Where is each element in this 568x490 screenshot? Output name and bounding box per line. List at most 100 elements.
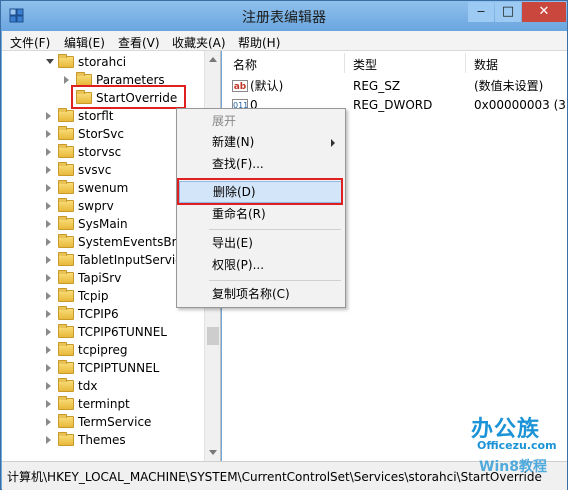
- menu-item-permissions[interactable]: 权限(P)...: [179, 254, 343, 276]
- tree-item-label: swenum: [78, 181, 129, 195]
- tree-item-label: StorSvc: [78, 127, 124, 141]
- highlight-box-startoverride: [71, 85, 186, 109]
- scroll-up-icon[interactable]: [209, 57, 217, 62]
- scroll-down-icon[interactable]: [209, 450, 217, 455]
- menu-separator: [209, 280, 341, 281]
- expand-arrow-icon[interactable]: [46, 238, 51, 246]
- menu-separator: [209, 229, 341, 230]
- expand-arrow-icon[interactable]: [46, 310, 51, 318]
- menu-item-new[interactable]: 新建(N): [179, 131, 343, 153]
- maximize-button[interactable]: □: [495, 2, 521, 22]
- menu-bar: 文件(F) 编辑(E) 查看(V) 收藏夹(A) 帮助(H): [2, 31, 567, 51]
- column-header-data[interactable]: 数据: [474, 56, 498, 73]
- watermark-caption: Win8教程: [479, 459, 547, 475]
- value-name: (默认): [250, 79, 284, 93]
- tree-item-label: TCPIP6: [78, 307, 119, 321]
- expand-arrow-icon[interactable]: [46, 148, 51, 156]
- status-path: 计算机\HKEY_LOCAL_MACHINE\SYSTEM\CurrentCon…: [7, 470, 542, 484]
- expand-arrow-icon[interactable]: [46, 166, 51, 174]
- menu-file[interactable]: 文件(F): [10, 34, 50, 51]
- folder-icon: [58, 414, 74, 428]
- value-data: (数值未设置): [474, 79, 544, 93]
- folder-icon: [58, 306, 74, 320]
- folder-icon: [58, 270, 74, 284]
- expand-arrow-icon[interactable]: [46, 400, 51, 408]
- watermark-url: Officezu.com: [477, 439, 557, 452]
- folder-icon: [58, 378, 74, 392]
- scrollbar-thumb[interactable]: [207, 327, 219, 345]
- collapse-arrow-icon[interactable]: [46, 59, 54, 64]
- tree-item-label: SysMain: [78, 217, 128, 231]
- menu-item-label: 新建(N): [212, 135, 255, 149]
- expand-arrow-icon[interactable]: [46, 202, 51, 210]
- highlight-box-delete: [177, 178, 343, 205]
- title-bar[interactable]: 注册表编辑器 ‒ □ ✕: [1, 1, 567, 31]
- folder-icon: [58, 288, 74, 302]
- value-type: REG_DWORD: [353, 98, 433, 112]
- tree-item-label: storflt: [78, 109, 114, 123]
- tree-item-label: svsvc: [78, 163, 112, 177]
- menu-item-copy-key-name[interactable]: 复制项名称(C): [179, 283, 343, 305]
- expand-arrow-icon[interactable]: [64, 76, 69, 84]
- menu-favorites[interactable]: 收藏夹(A): [172, 34, 226, 51]
- value-data: 0x00000003 (3): [474, 98, 567, 112]
- string-value-icon: ab: [232, 80, 248, 92]
- close-button[interactable]: ✕: [522, 2, 566, 22]
- tree-item-label: SystemEventsBro: [78, 235, 184, 249]
- menu-view[interactable]: 查看(V): [118, 34, 160, 51]
- folder-icon: [58, 342, 74, 356]
- expand-arrow-icon[interactable]: [46, 418, 51, 426]
- folder-icon: [58, 126, 74, 140]
- tree-item-label: TermService: [78, 415, 152, 429]
- expand-arrow-icon[interactable]: [46, 328, 51, 336]
- column-header-type[interactable]: 类型: [353, 56, 377, 73]
- column-separator[interactable]: [465, 53, 466, 73]
- expand-arrow-icon[interactable]: [46, 274, 51, 282]
- tree-item-label: storahci: [78, 55, 127, 69]
- column-separator[interactable]: [344, 53, 345, 73]
- folder-icon: [58, 234, 74, 248]
- tree-item-label: Tcpip: [78, 289, 109, 303]
- folder-icon: [58, 162, 74, 176]
- tree-item-label: terminpt: [78, 397, 130, 411]
- expand-arrow-icon[interactable]: [46, 436, 51, 444]
- menu-item-export[interactable]: 导出(E): [179, 232, 343, 254]
- expand-arrow-icon[interactable]: [46, 112, 51, 120]
- folder-icon: [58, 216, 74, 230]
- folder-icon: [58, 252, 74, 266]
- expand-arrow-icon[interactable]: [46, 220, 51, 228]
- submenu-arrow-icon: [331, 139, 335, 147]
- expand-arrow-icon[interactable]: [46, 346, 51, 354]
- tree-item-label: tdx: [78, 379, 98, 393]
- menu-edit[interactable]: 编辑(E): [64, 34, 105, 51]
- expand-arrow-icon[interactable]: [46, 382, 51, 390]
- value-row[interactable]: ab (默认) REG_SZ (数值未设置): [222, 77, 567, 95]
- folder-icon: [58, 180, 74, 194]
- column-header-name[interactable]: 名称: [233, 56, 257, 73]
- menu-help[interactable]: 帮助(H): [238, 34, 280, 51]
- tree-item-label: tcpipreg: [78, 343, 128, 357]
- folder-icon: [58, 324, 74, 338]
- expand-arrow-icon[interactable]: [46, 130, 51, 138]
- expand-arrow-icon[interactable]: [46, 256, 51, 264]
- folder-icon: [58, 108, 74, 122]
- menu-item-find[interactable]: 查找(F)...: [179, 153, 343, 175]
- folder-icon: [58, 432, 74, 446]
- tree-item-label: swprv: [78, 199, 114, 213]
- context-menu: 展开 新建(N) 查找(F)... 删除(D) 重命名(R) 导出(E) 权限(…: [176, 108, 346, 308]
- minimize-button[interactable]: ‒: [468, 2, 494, 22]
- folder-icon: [58, 396, 74, 410]
- menu-item-expand[interactable]: 展开: [179, 110, 343, 132]
- folder-icon: [58, 198, 74, 212]
- expand-arrow-icon[interactable]: [46, 292, 51, 300]
- expand-arrow-icon[interactable]: [46, 364, 51, 372]
- tree-item-label: Themes: [78, 433, 126, 447]
- tree-item-label: TCPIP6TUNNEL: [78, 325, 167, 339]
- folder-icon: [58, 144, 74, 158]
- menu-item-rename[interactable]: 重命名(R): [179, 203, 343, 225]
- tree-item-label: TCPIPTUNNEL: [78, 361, 160, 375]
- folder-icon: [58, 360, 74, 374]
- tree-item-label: TabletInputServic: [78, 253, 182, 267]
- registry-editor-window: 注册表编辑器 ‒ □ ✕ 文件(F) 编辑(E) 查看(V) 收藏夹(A) 帮助…: [0, 0, 568, 490]
- expand-arrow-icon[interactable]: [46, 184, 51, 192]
